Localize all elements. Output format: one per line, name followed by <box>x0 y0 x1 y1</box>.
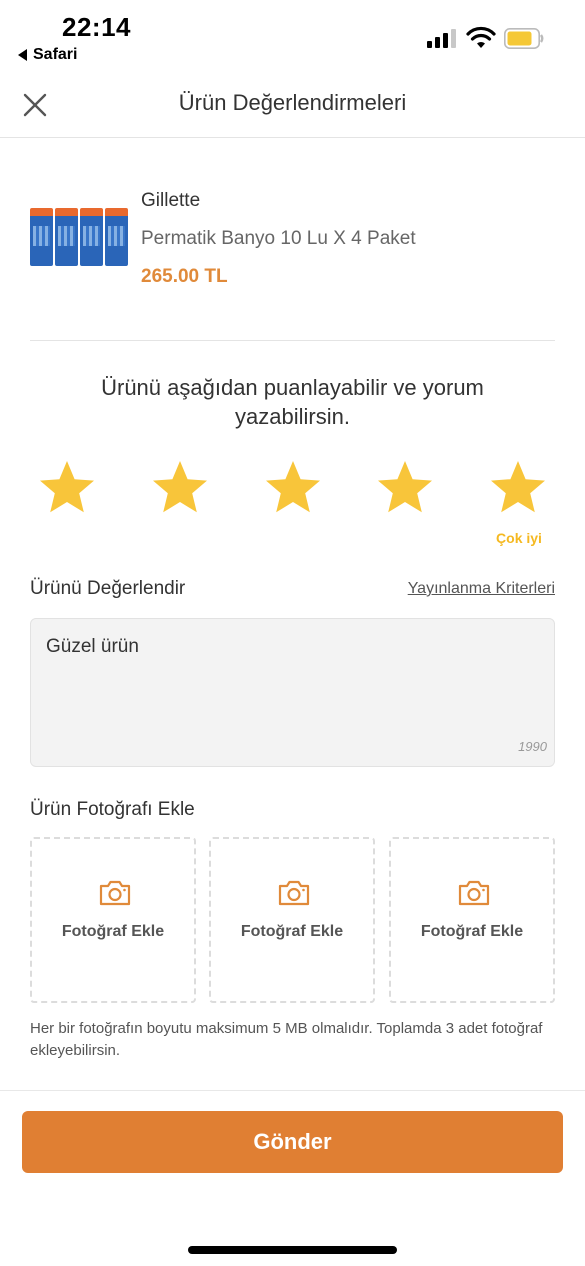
battery-icon <box>504 28 544 49</box>
star-4-icon[interactable] <box>375 458 435 518</box>
submit-button[interactable]: Gönder <box>22 1111 563 1173</box>
photo-size-note: Her bir fotoğrafın boyutu maksimum 5 MB … <box>30 1020 543 1059</box>
product-image <box>30 208 128 266</box>
back-to-safari[interactable]: Safari <box>18 46 77 64</box>
photo-section-title: Ürün Fotoğrafı Ekle <box>30 799 195 820</box>
rating-label: Çok iyi <box>496 530 542 546</box>
add-photo-label: Fotoğraf Ekle <box>240 923 344 940</box>
add-photo-label: Fotoğraf Ekle <box>61 923 165 940</box>
review-textarea[interactable]: Güzel ürün 1990 <box>30 618 555 767</box>
back-arrow-icon <box>18 49 27 61</box>
product-brand: Gillette <box>141 190 201 211</box>
wifi-icon <box>466 26 496 48</box>
product-name: Permatik Banyo 10 Lu X 4 Paket <box>141 228 416 249</box>
review-text: Güzel ürün <box>46 636 139 657</box>
page-title: Ürün Değerlendirmeleri <box>178 90 407 115</box>
rating-prompt: Ürünü aşağıdan puanlayabilir ve yorum ya… <box>101 375 484 429</box>
add-photo-button-2[interactable]: Fotoğraf Ekle <box>209 837 375 1003</box>
product-price: 265.00 TL <box>141 266 228 287</box>
camera-icon <box>278 880 310 906</box>
product-summary: Gillette Permatik Banyo 10 Lu X 4 Paket … <box>30 182 555 302</box>
camera-icon <box>458 880 490 906</box>
star-1-icon[interactable] <box>37 458 97 518</box>
star-3-icon[interactable] <box>263 458 323 518</box>
remaining-char-count: 1990 <box>518 739 547 754</box>
add-photo-button-1[interactable]: Fotoğraf Ekle <box>30 837 196 1003</box>
back-app-label: Safari <box>33 46 78 63</box>
divider <box>30 340 555 341</box>
add-photo-button-3[interactable]: Fotoğraf Ekle <box>389 837 555 1003</box>
publication-criteria-link[interactable]: Yayınlanma Kriterleri <box>390 580 555 598</box>
status-time: 22:14 <box>62 12 131 42</box>
star-2-icon[interactable] <box>150 458 210 518</box>
divider <box>0 1090 585 1091</box>
review-section-title: Ürünü Değerlendir <box>30 578 186 599</box>
add-photo-label: Fotoğraf Ekle <box>420 923 524 940</box>
status-bar: 22:14 Safari <box>0 0 585 70</box>
cellular-signal-icon <box>427 28 456 48</box>
star-5-icon[interactable] <box>488 458 548 518</box>
home-indicator[interactable] <box>188 1246 397 1254</box>
nav-header: Ürün Değerlendirmeleri <box>0 70 585 138</box>
camera-icon <box>99 880 131 906</box>
